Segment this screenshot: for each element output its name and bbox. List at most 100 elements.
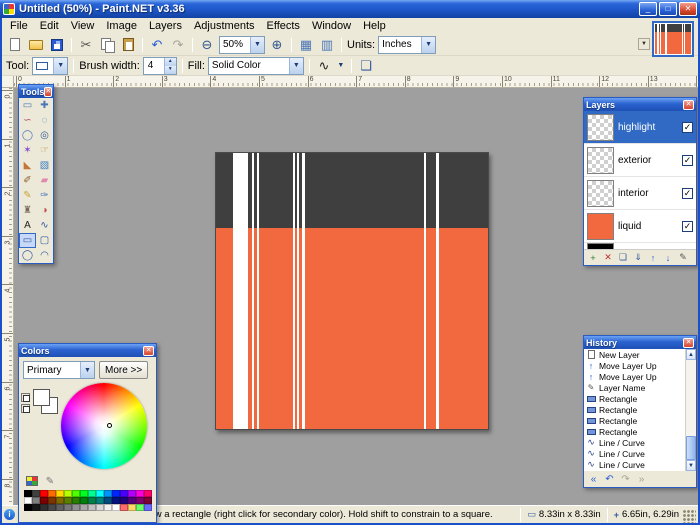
tool-ellipse-select-icon[interactable]: ◯ — [19, 128, 36, 143]
undo-button[interactable]: ↶ — [603, 473, 616, 486]
more-button[interactable]: More >> — [99, 361, 148, 379]
palette-save-icon[interactable]: ✎ — [43, 475, 57, 487]
color-swatch[interactable] — [144, 490, 152, 497]
color-swatch[interactable] — [64, 490, 72, 497]
menu-adjustments[interactable]: Adjustments — [188, 19, 261, 33]
color-swatch[interactable] — [24, 504, 32, 511]
move-layer-down-button[interactable]: ↓ — [661, 251, 675, 264]
history-scrollbar[interactable]: ▲ ▼ — [685, 349, 696, 471]
close-icon[interactable]: ✕ — [683, 338, 694, 348]
history-item[interactable]: ✎Layer Name — [584, 382, 685, 393]
color-swatch[interactable] — [88, 504, 96, 511]
tool-pencil-icon[interactable]: ✎ — [19, 188, 36, 203]
color-wheel-marker[interactable] — [107, 423, 112, 428]
history-item[interactable]: ∿Line / Curve — [584, 448, 685, 459]
chevron-down-icon[interactable]: ▼ — [250, 37, 264, 53]
color-swatch[interactable] — [112, 490, 120, 497]
color-swatch[interactable] — [40, 504, 48, 511]
history-item[interactable]: ↑Move Layer Up — [584, 360, 685, 371]
color-wheel[interactable] — [61, 383, 147, 469]
units-combobox[interactable]: Inches ▼ — [378, 36, 436, 54]
tool-recolor-icon[interactable]: ◑ — [36, 203, 53, 218]
tool-move-selected-pixels-icon[interactable]: ✚ — [36, 98, 53, 113]
history-item[interactable]: Rectangle — [584, 415, 685, 426]
history-item[interactable]: Rectangle — [584, 426, 685, 437]
color-swatch[interactable] — [72, 504, 80, 511]
primary-swatch-toggle[interactable] — [21, 393, 30, 402]
redo-icon[interactable]: ↷ — [169, 36, 187, 54]
fill-combobox[interactable]: Solid Color ▼ — [208, 57, 304, 75]
tool-freeform-shape-icon[interactable]: ◠ — [36, 248, 53, 263]
chevron-down-icon[interactable]: ▼ — [53, 58, 67, 74]
close-icon[interactable]: ✕ — [44, 87, 52, 97]
rewind-button[interactable]: « — [587, 473, 600, 486]
color-swatch[interactable] — [56, 504, 64, 511]
tool-combobox[interactable]: ▼ — [32, 57, 68, 75]
color-swatch[interactable] — [88, 490, 96, 497]
color-mode-combobox[interactable]: Primary ▼ — [23, 361, 95, 379]
color-swatch[interactable] — [40, 490, 48, 497]
color-swatch[interactable] — [136, 504, 144, 511]
color-swatch[interactable] — [24, 490, 32, 497]
menu-effects[interactable]: Effects — [261, 19, 306, 33]
redo-button[interactable]: ↷ — [619, 473, 632, 486]
menu-layers[interactable]: Layers — [143, 19, 188, 33]
tool-lasso-select-icon[interactable]: ∽ — [19, 113, 36, 128]
color-swatch[interactable] — [112, 497, 120, 504]
tool-rectangle-select-icon[interactable]: ▭ — [19, 98, 36, 113]
close-button[interactable]: ✕ — [679, 2, 697, 16]
menu-window[interactable]: Window — [306, 19, 357, 33]
resize-grip[interactable] — [683, 510, 696, 523]
add-layer-button[interactable]: + — [586, 251, 600, 264]
history-item[interactable]: ∿Line / Curve — [584, 459, 685, 470]
save-file-icon[interactable] — [48, 36, 66, 54]
color-swatch[interactable] — [64, 497, 72, 504]
color-swatch[interactable] — [48, 497, 56, 504]
stepper-down-icon[interactable]: ▼ — [165, 66, 176, 74]
color-swatch[interactable] — [144, 497, 152, 504]
zoom-in-icon[interactable]: ⊕ — [268, 36, 286, 54]
tool-move-selection-icon[interactable]: ◌ — [36, 113, 53, 128]
scrollbar-track[interactable] — [686, 360, 696, 460]
history-item[interactable]: Rectangle — [584, 404, 685, 415]
layer-visible-checkbox[interactable]: ✓ — [682, 122, 693, 133]
grid-icon[interactable]: ▦ — [297, 36, 315, 54]
color-swatch[interactable] — [96, 497, 104, 504]
color-swatch[interactable] — [128, 504, 136, 511]
color-swatch[interactable] — [72, 497, 80, 504]
colors-palette-titlebar[interactable]: Colors ✕ — [19, 344, 156, 357]
minimize-button[interactable]: _ — [639, 2, 657, 16]
layer-visible-checkbox[interactable]: ✓ — [682, 221, 693, 232]
chevron-down-icon[interactable]: ▼ — [80, 362, 94, 378]
tool-color-picker-icon[interactable]: ✑ — [36, 188, 53, 203]
new-file-icon[interactable] — [6, 36, 24, 54]
color-swatch[interactable] — [48, 490, 56, 497]
history-item[interactable]: New Layer — [584, 349, 685, 360]
line-style-icon[interactable]: ∿ — [315, 57, 333, 75]
tools-palette-titlebar[interactable]: Tools ✕ — [19, 85, 53, 98]
copy-icon[interactable] — [98, 36, 116, 54]
menu-edit[interactable]: Edit — [34, 19, 65, 33]
history-item[interactable]: ↑Move Layer Up — [584, 371, 685, 382]
color-swatch[interactable] — [104, 490, 112, 497]
color-swatch[interactable] — [104, 504, 112, 511]
canvas[interactable] — [215, 152, 489, 430]
layer-row-liquid[interactable]: liquid✓ — [584, 210, 696, 243]
color-swatch[interactable] — [128, 490, 136, 497]
tool-clone-stamp-icon[interactable]: ♜ — [19, 203, 36, 218]
chevron-down-icon[interactable]: ▼ — [421, 37, 435, 53]
close-icon[interactable]: ✕ — [143, 346, 154, 356]
history-item[interactable]: ∿Line / Curve — [584, 437, 685, 448]
merge-layer-down-button[interactable]: ⇓ — [631, 251, 645, 264]
open-image-thumbnail[interactable] — [652, 21, 694, 57]
color-swatch[interactable] — [80, 504, 88, 511]
color-swatch[interactable] — [136, 490, 144, 497]
color-swatch[interactable] — [32, 490, 40, 497]
color-swatch[interactable] — [56, 490, 64, 497]
color-swatch[interactable] — [80, 497, 88, 504]
color-swatch[interactable] — [120, 497, 128, 504]
snap-icon[interactable]: ▥ — [318, 36, 336, 54]
layer-visible-checkbox[interactable]: ✓ — [682, 188, 693, 199]
tool-rectangle-icon[interactable]: ▭ — [19, 233, 36, 248]
color-swatch[interactable] — [72, 490, 80, 497]
